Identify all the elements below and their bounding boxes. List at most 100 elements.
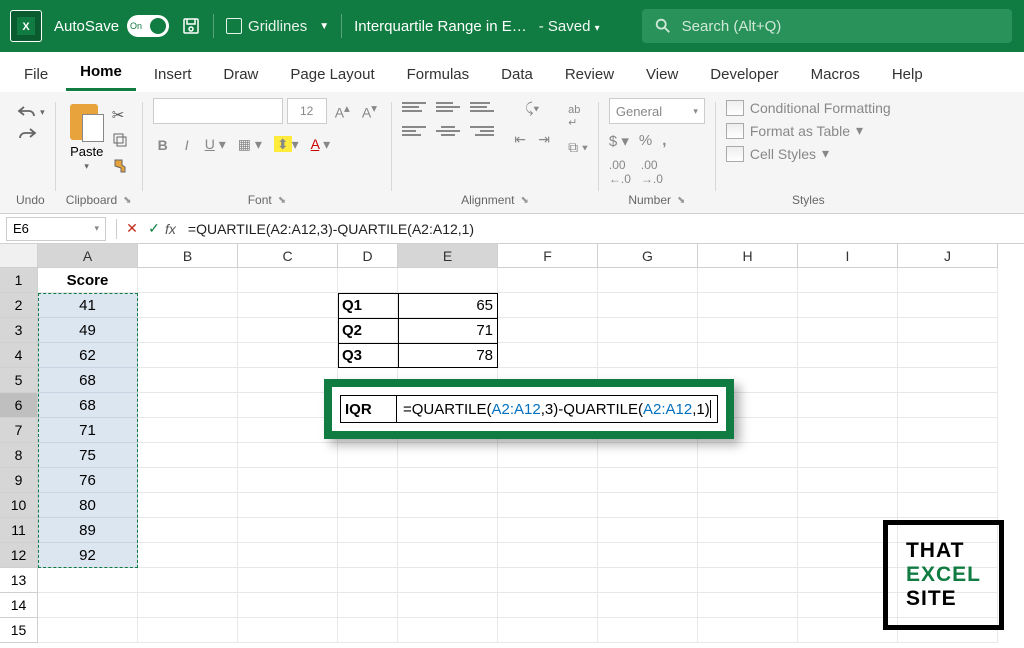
tab-page-layout[interactable]: Page Layout <box>276 58 388 91</box>
align-center-button[interactable] <box>436 122 460 140</box>
cell-D13[interactable] <box>338 568 398 593</box>
cell-D2[interactable]: Q1 <box>338 293 398 318</box>
bold-button[interactable]: B <box>153 135 173 155</box>
cell-H11[interactable] <box>698 518 798 543</box>
cell-A14[interactable] <box>38 593 138 618</box>
cell-C7[interactable] <box>238 418 338 443</box>
formula-input[interactable]: =QUARTILE(A2:A12,3)-QUARTILE(A2:A12,1) <box>184 221 1024 237</box>
cell-B2[interactable] <box>138 293 238 318</box>
row-header-6[interactable]: 6 <box>0 393 38 418</box>
copy-button[interactable] <box>112 132 132 150</box>
cell-H14[interactable] <box>698 593 798 618</box>
cell-C15[interactable] <box>238 618 338 643</box>
cell-B1[interactable] <box>138 268 238 293</box>
cell-F3[interactable] <box>498 318 598 343</box>
cell-H4[interactable] <box>698 343 798 368</box>
wrap-text-button[interactable]: ab↵ <box>568 104 588 129</box>
row-header-5[interactable]: 5 <box>0 368 38 393</box>
cell-styles-button[interactable]: Cell Styles ▾ <box>726 145 829 162</box>
cell-A7[interactable]: 71 <box>38 418 138 443</box>
align-left-button[interactable] <box>402 122 426 140</box>
cell-F9[interactable] <box>498 468 598 493</box>
row-header-3[interactable]: 3 <box>0 318 38 343</box>
font-dialog-icon[interactable]: ⬊ <box>278 195 286 206</box>
cell-F13[interactable] <box>498 568 598 593</box>
cell-B13[interactable] <box>138 568 238 593</box>
cell-I7[interactable] <box>798 418 898 443</box>
format-painter-button[interactable] <box>112 158 132 176</box>
cell-E3[interactable]: 71 <box>398 318 498 343</box>
font-color-button[interactable]: A ▾ <box>307 134 335 155</box>
cell-G2[interactable] <box>598 293 698 318</box>
cell-B4[interactable] <box>138 343 238 368</box>
tab-macros[interactable]: Macros <box>797 58 874 91</box>
tab-draw[interactable]: Draw <box>209 58 272 91</box>
fx-icon[interactable]: fx <box>165 221 176 237</box>
column-header-H[interactable]: H <box>698 244 798 268</box>
cell-J10[interactable] <box>898 493 998 518</box>
cell-A15[interactable] <box>38 618 138 643</box>
cell-A1[interactable]: Score <box>38 268 138 293</box>
cell-D15[interactable] <box>338 618 398 643</box>
cell-F4[interactable] <box>498 343 598 368</box>
cell-F15[interactable] <box>498 618 598 643</box>
cell-E11[interactable] <box>398 518 498 543</box>
gridlines-checkbox[interactable]: Gridlines <box>226 18 307 35</box>
align-right-button[interactable] <box>470 122 494 140</box>
cell-A13[interactable] <box>38 568 138 593</box>
toggle-switch[interactable]: On <box>127 15 169 37</box>
row-header-9[interactable]: 9 <box>0 468 38 493</box>
cell-G4[interactable] <box>598 343 698 368</box>
cell-E15[interactable] <box>398 618 498 643</box>
cell-G3[interactable] <box>598 318 698 343</box>
row-header-12[interactable]: 12 <box>0 543 38 568</box>
decrease-font-button[interactable]: A▾ <box>358 99 381 123</box>
increase-indent-button[interactable]: ⇥ <box>534 129 554 150</box>
cell-G15[interactable] <box>598 618 698 643</box>
column-header-A[interactable]: A <box>38 244 138 268</box>
cell-C14[interactable] <box>238 593 338 618</box>
cell-J3[interactable] <box>898 318 998 343</box>
tab-data[interactable]: Data <box>487 58 547 91</box>
cell-A6[interactable]: 68 <box>38 393 138 418</box>
cell-B5[interactable] <box>138 368 238 393</box>
cell-I6[interactable] <box>798 393 898 418</box>
cell-F8[interactable] <box>498 443 598 468</box>
cell-H2[interactable] <box>698 293 798 318</box>
align-bottom-button[interactable] <box>470 98 494 116</box>
cell-J9[interactable] <box>898 468 998 493</box>
cell-J1[interactable] <box>898 268 998 293</box>
cell-D8[interactable] <box>338 443 398 468</box>
cell-J2[interactable] <box>898 293 998 318</box>
confirm-formula-button[interactable]: ✓ <box>143 220 165 237</box>
row-header-2[interactable]: 2 <box>0 293 38 318</box>
row-header-4[interactable]: 4 <box>0 343 38 368</box>
cell-D4[interactable]: Q3 <box>338 343 398 368</box>
cell-E1[interactable] <box>398 268 498 293</box>
cell-F11[interactable] <box>498 518 598 543</box>
cell-A9[interactable]: 76 <box>38 468 138 493</box>
number-format-selector[interactable]: General▾ <box>609 98 705 124</box>
tab-view[interactable]: View <box>632 58 692 91</box>
cell-D1[interactable] <box>338 268 398 293</box>
cell-E13[interactable] <box>398 568 498 593</box>
cell-C1[interactable] <box>238 268 338 293</box>
cell-G1[interactable] <box>598 268 698 293</box>
cell-F12[interactable] <box>498 543 598 568</box>
number-dialog-icon[interactable]: ⬊ <box>677 195 685 206</box>
cell-H12[interactable] <box>698 543 798 568</box>
row-header-13[interactable]: 13 <box>0 568 38 593</box>
cell-J5[interactable] <box>898 368 998 393</box>
cell-G8[interactable] <box>598 443 698 468</box>
cell-G12[interactable] <box>598 543 698 568</box>
cell-A5[interactable]: 68 <box>38 368 138 393</box>
cell-H10[interactable] <box>698 493 798 518</box>
tab-formulas[interactable]: Formulas <box>393 58 484 91</box>
tab-developer[interactable]: Developer <box>696 58 792 91</box>
save-icon[interactable] <box>181 16 201 36</box>
row-header-10[interactable]: 10 <box>0 493 38 518</box>
name-box[interactable]: E6▾ <box>6 217 106 241</box>
cell-E12[interactable] <box>398 543 498 568</box>
cell-D11[interactable] <box>338 518 398 543</box>
column-header-J[interactable]: J <box>898 244 998 268</box>
